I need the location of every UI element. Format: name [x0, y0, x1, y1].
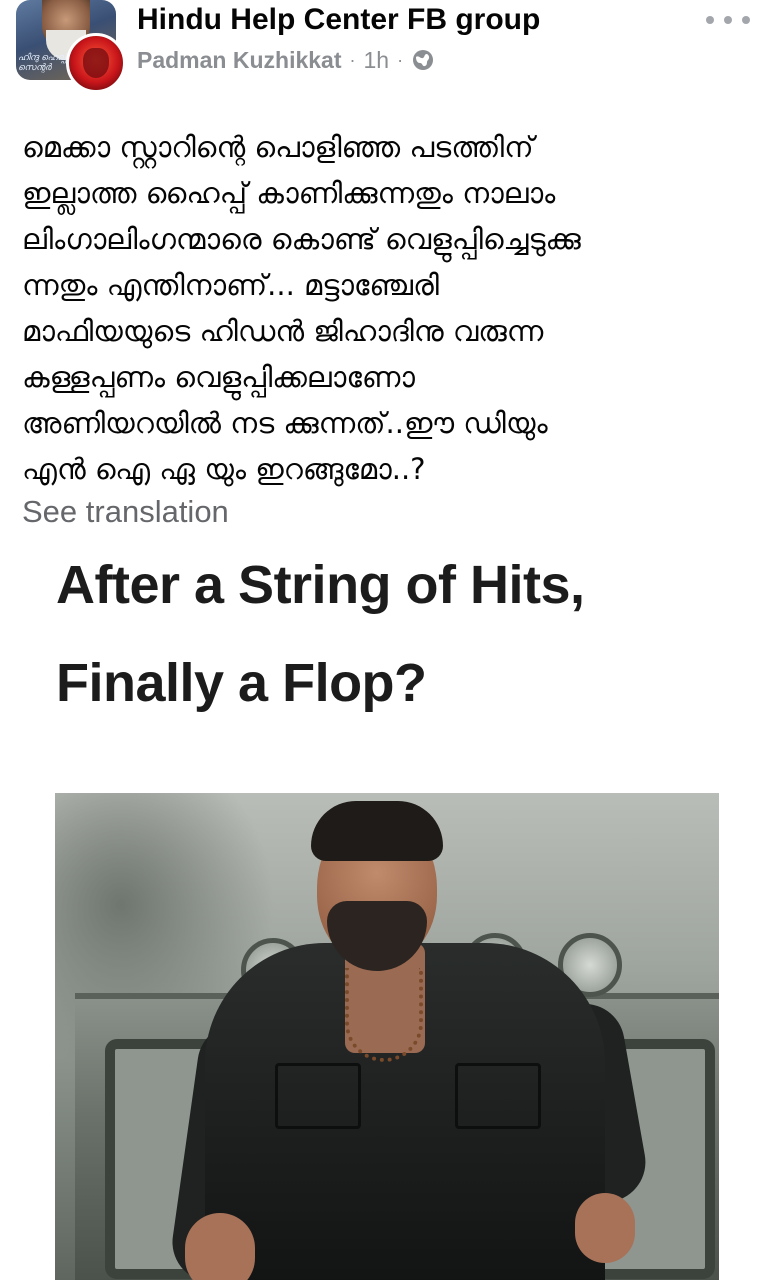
person-hand-left — [185, 1213, 255, 1280]
author-name-link[interactable]: Padman Kuzhikkat — [137, 47, 342, 74]
post-meta: Padman Kuzhikkat · 1h · — [137, 44, 435, 76]
post-image[interactable]: After a String of Hits, Finally a Flop? — [0, 540, 766, 1280]
person-hair — [311, 801, 443, 861]
person-necklace — [345, 968, 423, 1062]
see-translation-link[interactable]: See translation — [22, 494, 229, 530]
post-line: ന്നതും എന്തിനാണ്... മട്ടാഞ്ചേരി — [22, 268, 439, 302]
meta-separator: · — [397, 49, 404, 70]
shirt-pocket — [275, 1063, 361, 1129]
post-header: ഹിന്ദു ഹെല്പ് സെന്റർ Hindu Help Center F… — [0, 0, 766, 100]
post-line: മാഫിയയുടെ ഹിഡൻ ജിഹാദിനു വരുന്ന — [22, 314, 544, 348]
post-line: അണിയറയിൽ നട ക്കുന്നത്..ഈ ഡിയും — [22, 406, 548, 440]
group-name-link[interactable]: Hindu Help Center FB group — [137, 3, 540, 37]
dot — [724, 16, 732, 24]
person-hand-right — [575, 1193, 635, 1263]
post-message: മെക്കാ സ്റ്റാറിന്റെ പൊളിഞ്ഞ പടത്തിന് ഇല്… — [22, 124, 752, 492]
post-timestamp[interactable]: 1h — [364, 47, 390, 74]
author-avatar[interactable] — [66, 33, 126, 93]
post-line: ഇല്ലാത്ത ഹൈപ്പ് കാണിക്കുന്നതും നാലാം — [22, 176, 556, 210]
shirt-pocket — [455, 1063, 541, 1129]
globe-icon[interactable] — [411, 48, 435, 72]
post-line: എൻ ഐ ഏ യും ഇറങ്ങുമോ..? — [22, 452, 426, 486]
post-line: ലിംഗാലിംഗന്മാരെ കൊണ്ട് വെളുപ്പിച്ചെടുക്ക… — [22, 222, 581, 256]
more-options-icon[interactable] — [706, 8, 750, 32]
dot — [706, 16, 714, 24]
image-headline-line2: Finally a Flop? — [56, 653, 427, 713]
dot — [742, 16, 750, 24]
author-avatar-figure — [83, 48, 109, 78]
image-headline-line1: After a String of Hits, — [56, 555, 585, 615]
post-line: കള്ളപ്പണം വെളുപ്പിക്കലാണോ — [22, 360, 415, 394]
post-line: മെക്കാ സ്റ്റാറിന്റെ പൊളിഞ്ഞ പടത്തിന് — [22, 130, 534, 164]
meta-separator: · — [349, 49, 356, 70]
movie-still-photo — [55, 793, 719, 1280]
